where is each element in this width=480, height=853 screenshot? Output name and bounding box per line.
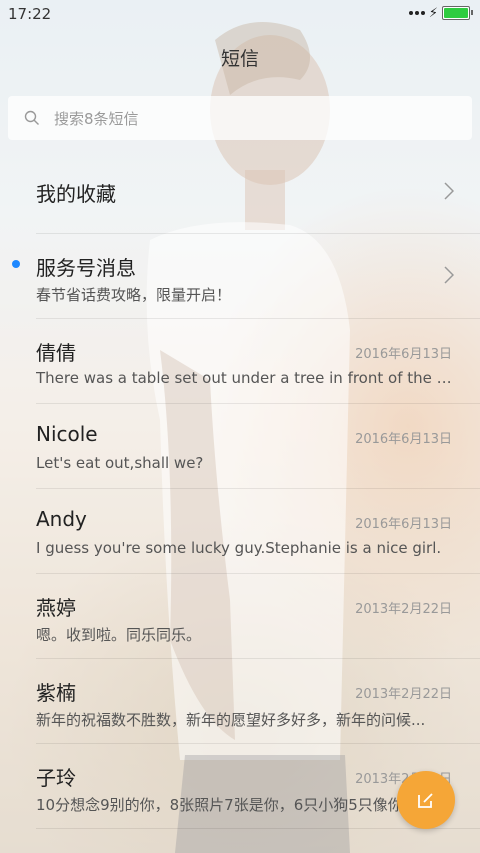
signal-icon [408,11,425,15]
conversation-name: 紫楠 [36,681,76,705]
conversation-name: 子玲 [36,766,76,790]
conversation-name: Andy [36,507,87,531]
conversation-name: 服务号消息 [36,256,136,280]
list-item[interactable]: 燕婷 2013年2月22日 嗯。收到啦。同乐同乐。 [36,574,480,659]
status-icons: ⚡ [408,5,473,21]
list-item[interactable]: Nicole 2016年6月13日 Let's eat out,shall we… [36,404,480,489]
conversation-list: 我的收藏 服务号消息 春节省话费攻略，限量开启！ 倩倩 2016年6月13日 T… [0,150,480,829]
chevron-right-icon [444,266,454,284]
search-input[interactable]: 搜索8条短信 [54,108,139,129]
conversation-date: 2016年6月13日 [355,517,452,532]
conversation-name: 燕婷 [36,596,76,620]
conversation-name: 倩倩 [36,341,76,365]
conversation-name: Nicole [36,422,98,446]
conversation-snippet: 新年的祝福数不胜数，新年的愿望好多好多，新年的问候... [36,711,426,729]
unread-dot [12,260,20,268]
conversation-snippet: 嗯。收到啦。同乐同乐。 [36,626,202,644]
list-item[interactable]: 倩倩 2016年6月13日 There was a table set out … [36,319,480,404]
search-icon [24,110,39,125]
page-title: 短信 [220,48,259,70]
status-bar: 17:22 ⚡ [0,0,480,28]
status-time: 17:22 [8,5,52,23]
battery-icon [442,6,473,20]
list-item[interactable]: 紫楠 2013年2月22日 新年的祝福数不胜数，新年的愿望好多好多，新年的问候.… [36,659,480,744]
conversation-date: 2013年2月22日 [355,687,452,702]
compose-icon [418,793,433,808]
search-bar[interactable]: 搜索8条短信 [8,96,472,140]
conversation-date: 2016年6月13日 [355,432,452,447]
conversation-date: 2013年2月22日 [355,602,452,617]
conversation-date: 2016年6月13日 [355,347,452,362]
list-item[interactable]: Andy 2016年6月13日 I guess you're some luck… [36,489,480,574]
conversation-snippet: 春节省话费攻略，限量开启！ [36,286,232,304]
chevron-right-icon [444,182,454,200]
conversation-snippet: There was a table set out under a tree i… [36,369,452,387]
charging-icon: ⚡ [428,5,438,21]
conversation-snippet: Let's eat out,shall we? [36,454,204,472]
conversation-name: 我的收藏 [36,182,116,206]
list-item-favorites[interactable]: 我的收藏 [36,150,480,234]
conversation-snippet: I guess you're some lucky guy.Stephanie … [36,539,442,557]
compose-button[interactable] [397,771,455,829]
conversation-snippet: 10分想念9别的你，8张照片7张是你，6只小狗5只像你 [36,796,403,814]
list-item-service-messages[interactable]: 服务号消息 春节省话费攻略，限量开启！ [12,234,480,319]
